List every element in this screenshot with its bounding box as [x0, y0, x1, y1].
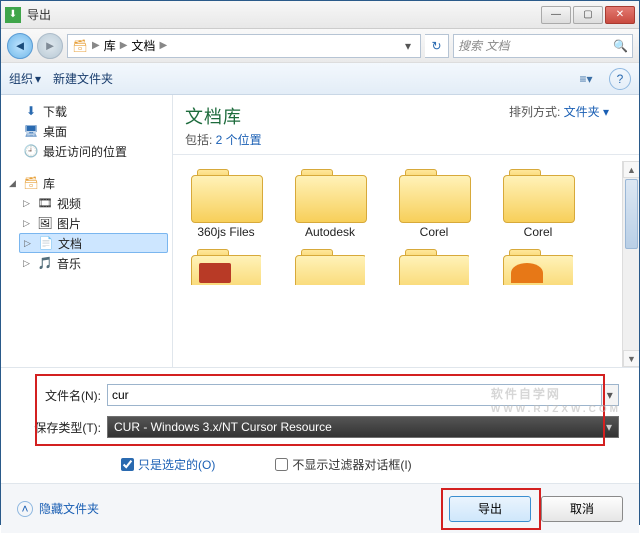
back-button[interactable]: ◄ — [7, 33, 33, 59]
minimize-button[interactable]: — — [541, 6, 571, 24]
divider — [173, 154, 639, 155]
export-dialog: ⬇ 导出 — ▢ ✕ ◄ ► 🗃 ▶ 库 ▶ 文档 ▶ ▾ ↻ 搜索 文档 🔍 … — [0, 0, 640, 525]
help-button[interactable]: ? — [609, 68, 631, 90]
maximize-button[interactable]: ▢ — [573, 6, 603, 24]
folder-icon — [191, 165, 261, 221]
dialog-body: ⬇下载 🖥桌面 🕘最近访问的位置 ◢🗃库 ▷🎞视频 ▷🖼图片 ▷📄文档 ▷🎵音乐… — [1, 95, 639, 367]
sidebar-item-music[interactable]: ▷🎵音乐 — [19, 253, 168, 273]
folder-item[interactable] — [493, 245, 583, 285]
folder-item[interactable]: 360js Files — [181, 165, 271, 239]
folder-item[interactable] — [285, 245, 375, 285]
folder-item[interactable]: Autodesk — [285, 165, 375, 239]
chevron-right-icon: ▶ — [92, 40, 100, 51]
music-icon: 🎵 — [37, 255, 53, 271]
expand-icon[interactable]: ▷ — [23, 258, 33, 269]
video-icon: 🎞 — [37, 195, 53, 211]
folder-icon — [399, 165, 469, 221]
folder-icon — [295, 245, 365, 285]
folder-item[interactable] — [389, 245, 479, 285]
folder-item[interactable] — [181, 245, 271, 285]
search-icon: 🔍 — [613, 39, 628, 53]
sidebar-item-documents[interactable]: ▷📄文档 — [19, 233, 168, 253]
filetype-label: 保存类型(T): — [21, 419, 107, 436]
titlebar: ⬇ 导出 — ▢ ✕ — [1, 1, 639, 29]
folder-icon — [399, 245, 469, 285]
no-filter-dialog-checkbox[interactable]: 不显示过滤器对话框(I) — [275, 456, 411, 473]
folder-icon — [191, 245, 261, 285]
sidebar-item-pictures[interactable]: ▷🖼图片 — [19, 213, 168, 233]
scroll-thumb[interactable] — [625, 179, 638, 249]
toolbar: 组织 ▾ 新建文件夹 ≡▾ ? — [1, 63, 639, 95]
sidebar: ⬇下载 🖥桌面 🕘最近访问的位置 ◢🗃库 ▷🎞视频 ▷🖼图片 ▷📄文档 ▷🎵音乐 — [1, 95, 173, 367]
folder-item[interactable]: Corel — [493, 165, 583, 239]
filename-dropdown[interactable]: ▾ — [602, 384, 619, 406]
cancel-button[interactable]: 取消 — [541, 496, 623, 522]
content-pane: 文档库 包括: 2 个位置 排列方式: 文件夹 ▾ 360js Files Au… — [173, 95, 639, 367]
expand-icon[interactable]: ▷ — [24, 238, 34, 249]
footer: ˄ 隐藏文件夹 导出 取消 — [1, 483, 639, 533]
document-icon: 📄 — [38, 235, 54, 251]
expand-icon[interactable]: ▷ — [23, 218, 33, 229]
organize-button[interactable]: 组织 ▾ — [9, 70, 41, 87]
library-subtitle: 包括: 2 个位置 — [185, 131, 627, 148]
library-icon: 🗃 — [23, 175, 39, 191]
chevron-down-icon: ▾ — [606, 420, 612, 434]
view-mode-button[interactable]: ≡▾ — [575, 68, 597, 90]
sort-mode-link[interactable]: 文件夹 ▾ — [564, 105, 609, 119]
download-icon: ⬇ — [23, 103, 39, 119]
nav-row: ◄ ► 🗃 ▶ 库 ▶ 文档 ▶ ▾ ↻ 搜索 文档 🔍 — [1, 29, 639, 63]
expand-icon[interactable]: ▷ — [23, 198, 33, 209]
app-icon: ⬇ — [5, 7, 21, 23]
filetype-row: 保存类型(T): CUR - Windows 3.x/NT Cursor Res… — [21, 414, 619, 440]
forward-button[interactable]: ► — [37, 33, 63, 59]
refresh-button[interactable]: ↻ — [425, 34, 449, 58]
search-input[interactable]: 搜索 文档 🔍 — [453, 34, 633, 58]
only-selected-checkbox[interactable]: 只是选定的(O) — [121, 456, 215, 473]
form-area: 文件名(N): ▾ 保存类型(T): CUR - Windows 3.x/NT … — [1, 367, 639, 483]
folder-icon — [503, 165, 573, 221]
scroll-down-button[interactable]: ▼ — [623, 350, 639, 367]
chevron-right-icon: ▶ — [120, 40, 128, 51]
locations-link[interactable]: 2 个位置 — [216, 133, 262, 147]
sidebar-item-downloads[interactable]: ⬇下载 — [5, 101, 168, 121]
filename-input[interactable] — [107, 384, 602, 406]
chevron-up-icon: ˄ — [17, 501, 33, 517]
folder-icon — [503, 245, 573, 285]
checkbox-row: 只是选定的(O) 不显示过滤器对话框(I) — [21, 446, 619, 477]
chevron-right-icon: ▶ — [159, 40, 167, 51]
export-button[interactable]: 导出 — [449, 496, 531, 522]
folder-icon — [295, 165, 365, 221]
hide-folders-button[interactable]: ˄ 隐藏文件夹 — [17, 500, 99, 517]
filename-label: 文件名(N): — [21, 387, 107, 404]
vertical-scrollbar[interactable]: ▲ ▼ — [622, 161, 639, 367]
folder-item[interactable]: Corel — [389, 165, 479, 239]
close-button[interactable]: ✕ — [605, 6, 635, 24]
filename-row: 文件名(N): ▾ — [21, 382, 619, 408]
search-placeholder: 搜索 文档 — [458, 37, 509, 54]
new-folder-button[interactable]: 新建文件夹 — [53, 70, 113, 87]
recent-icon: 🕘 — [23, 143, 39, 159]
library-icon: 🗃 — [72, 38, 88, 54]
sidebar-item-recent[interactable]: 🕘最近访问的位置 — [5, 141, 168, 161]
scroll-up-button[interactable]: ▲ — [623, 161, 639, 178]
desktop-icon: 🖥 — [23, 123, 39, 139]
sidebar-item-libraries[interactable]: ◢🗃库 — [5, 173, 168, 193]
sidebar-item-desktop[interactable]: 🖥桌面 — [5, 121, 168, 141]
window-title: 导出 — [27, 6, 539, 23]
chevron-down-icon: ▾ — [35, 72, 41, 86]
sidebar-item-videos[interactable]: ▷🎞视频 — [19, 193, 168, 213]
breadcrumb[interactable]: 🗃 ▶ 库 ▶ 文档 ▶ ▾ — [67, 34, 421, 58]
breadcrumb-root[interactable]: 库 — [104, 37, 116, 54]
breadcrumb-dropdown[interactable]: ▾ — [400, 39, 416, 53]
breadcrumb-current[interactable]: 文档 — [131, 37, 155, 54]
collapse-icon[interactable]: ◢ — [9, 178, 19, 189]
folder-grid[interactable]: 360js Files Autodesk Corel Corel ▲ ▼ — [173, 161, 639, 367]
picture-icon: 🖼 — [37, 215, 53, 231]
filetype-combo[interactable]: CUR - Windows 3.x/NT Cursor Resource ▾ — [107, 416, 619, 438]
sort-row: 排列方式: 文件夹 ▾ — [509, 103, 609, 120]
